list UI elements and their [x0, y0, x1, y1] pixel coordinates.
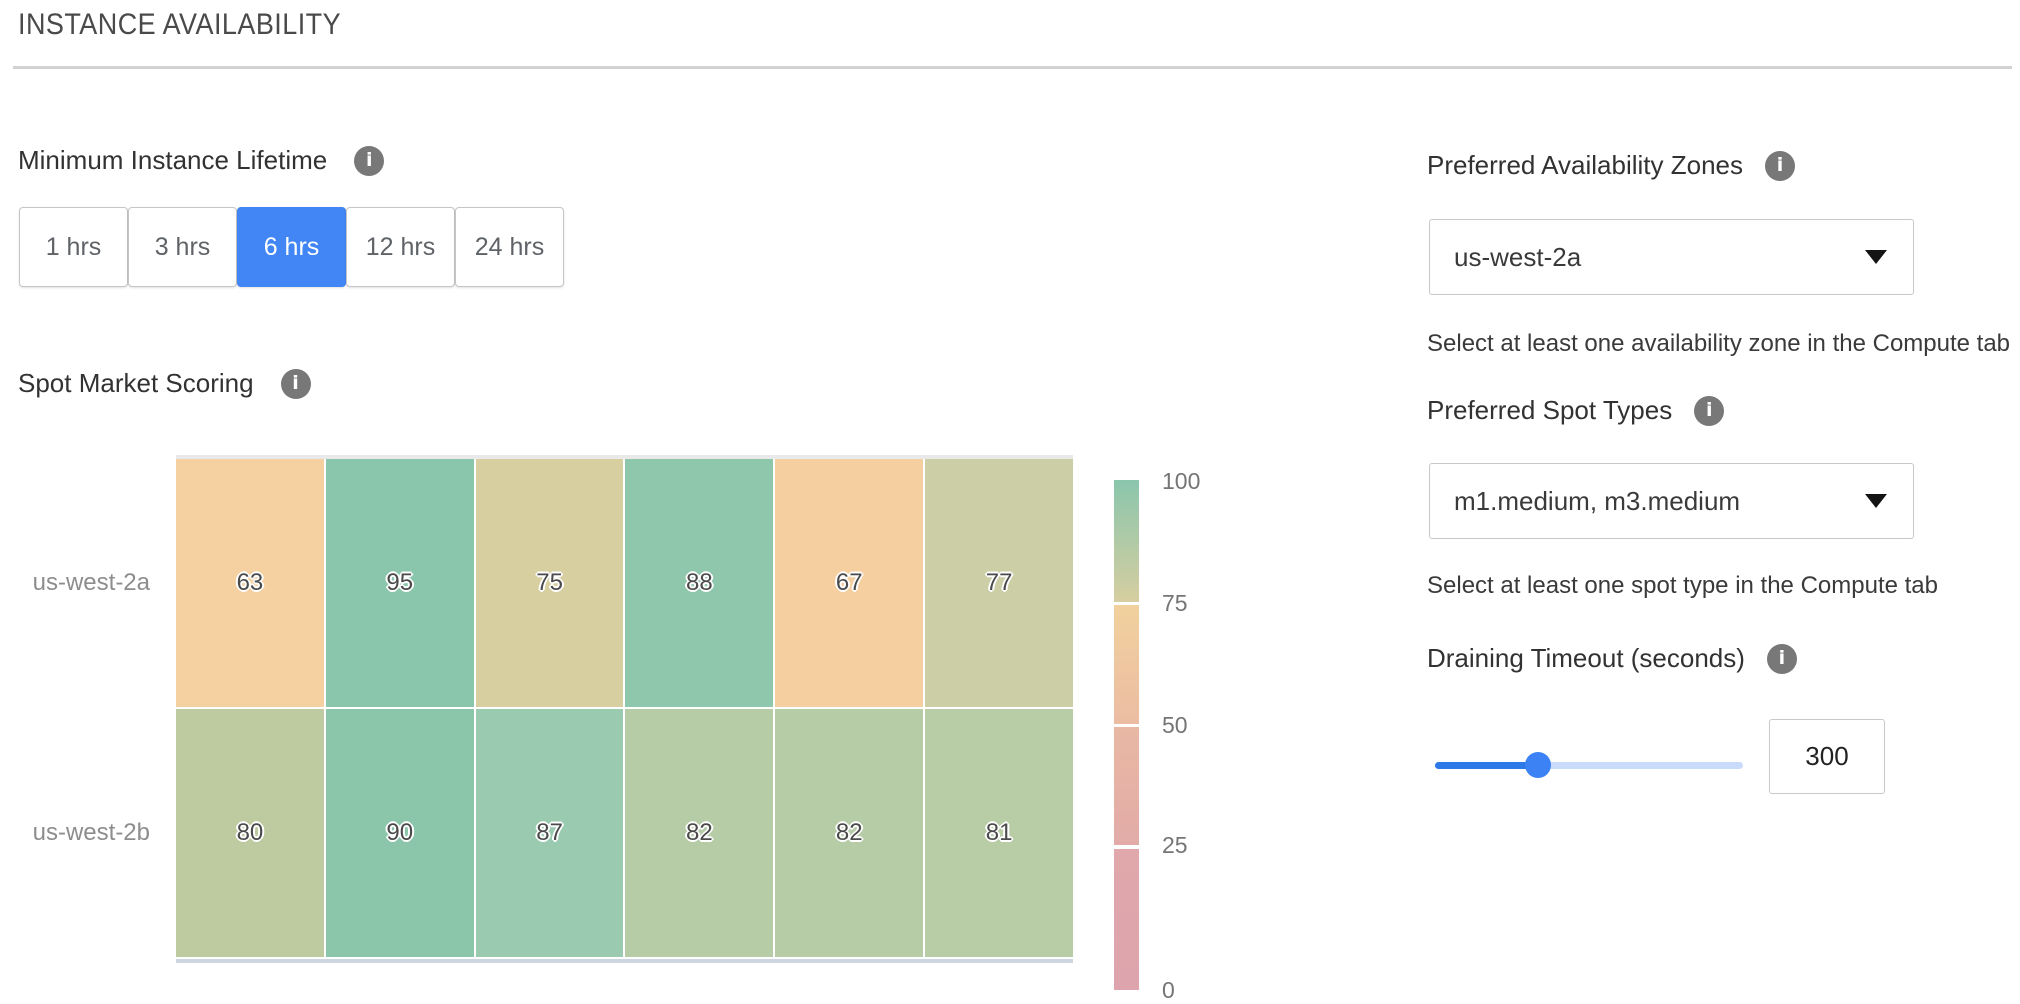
heatmap-row-label-us-west-2b: us-west-2b — [28, 819, 150, 847]
heatmap-cell-value: 82 — [686, 819, 713, 847]
heatmap-cell-us-west-2a-0: 63 — [176, 459, 324, 707]
colorbar-tick-75: 75 — [1162, 590, 1232, 617]
draining-timeout-slider-thumb[interactable] — [1525, 752, 1551, 778]
draining-timeout-input[interactable] — [1769, 719, 1885, 794]
lifetime-option-6-hrs[interactable]: 6 hrs — [237, 207, 346, 287]
colorbar-segment-1 — [1114, 605, 1139, 724]
lifetime-option-1-hrs[interactable]: 1 hrs — [19, 207, 128, 287]
page-title: INSTANCE AVAILABILITY — [18, 8, 341, 42]
heatmap-cell-us-west-2a-3: 88 — [625, 459, 773, 707]
lifetime-option-12-hrs[interactable]: 12 hrs — [346, 207, 455, 287]
heatmap-cell-value: 95 — [386, 569, 413, 597]
heatmap-cell-value: 75 — [536, 569, 563, 597]
draining-timeout-slider-fill — [1435, 762, 1534, 769]
info-icon[interactable]: i — [354, 146, 384, 176]
colorbar-tick-0: 0 — [1162, 977, 1232, 1004]
colorbar-tick-100: 100 — [1162, 468, 1232, 495]
heatmap-cell-value: 67 — [836, 569, 863, 597]
info-icon[interactable]: i — [1694, 396, 1724, 426]
heatmap-cell-value: 80 — [237, 819, 264, 847]
availability-zones-select[interactable]: us-west-2a — [1429, 219, 1914, 295]
colorbar-segment-2 — [1114, 727, 1139, 845]
heatmap-cell-us-west-2b-5: 81 — [925, 709, 1073, 957]
heatmap-cell-us-west-2b-3: 82 — [625, 709, 773, 957]
heatmap-bottom-border — [176, 959, 1073, 963]
heatmap-cell-us-west-2a-4: 67 — [775, 459, 923, 707]
info-icon[interactable]: i — [1767, 644, 1797, 674]
lifetime-option-3-hrs[interactable]: 3 hrs — [128, 207, 237, 287]
heatmap-cell-value: 77 — [986, 569, 1013, 597]
availability-zones-help: Select at least one availability zone in… — [1427, 330, 2010, 358]
heatmap-cell-value: 90 — [386, 819, 413, 847]
spot-types-value: m1.medium, m3.medium — [1454, 486, 1865, 517]
heatmap-cell-us-west-2b-1: 90 — [326, 709, 474, 957]
heatmap-cell-us-west-2a-5: 77 — [925, 459, 1073, 707]
spot-types-select[interactable]: m1.medium, m3.medium — [1429, 463, 1914, 539]
spot-types-label: Preferred Spot Types — [1427, 395, 1672, 426]
colorbar-segment-0 — [1114, 480, 1139, 602]
availability-zones-value: us-west-2a — [1454, 242, 1865, 273]
heatmap-cell-us-west-2b-4: 82 — [775, 709, 923, 957]
info-icon[interactable]: i — [1765, 151, 1795, 181]
heatmap-cell-us-west-2b-0: 80 — [176, 709, 324, 957]
spot-scoring-heatmap: 63 95 75 88 67 77 80 90 87 82 82 81 — [176, 459, 1073, 957]
draining-timeout-label: Draining Timeout (seconds) — [1427, 643, 1745, 674]
header-divider — [13, 66, 2012, 69]
heatmap-cell-value: 87 — [536, 819, 563, 847]
scoring-label: Spot Market Scoring — [18, 368, 254, 399]
chevron-down-icon — [1865, 250, 1887, 264]
chevron-down-icon — [1865, 494, 1887, 508]
lifetime-option-24-hrs[interactable]: 24 hrs — [455, 207, 564, 287]
colorbar-tick-25: 25 — [1162, 832, 1232, 859]
colorbar-tick-50: 50 — [1162, 712, 1232, 739]
heatmap-cell-value: 63 — [237, 569, 264, 597]
info-icon[interactable]: i — [281, 369, 311, 399]
heatmap-cell-us-west-2a-1: 95 — [326, 459, 474, 707]
lifetime-button-group: 1 hrs3 hrs6 hrs12 hrs24 hrs — [19, 207, 564, 287]
availability-zones-label: Preferred Availability Zones — [1427, 150, 1743, 181]
heatmap-cell-value: 81 — [986, 819, 1013, 847]
colorbar-segment-3 — [1114, 849, 1139, 990]
heatmap-cell-us-west-2b-2: 87 — [476, 709, 624, 957]
heatmap-row-label-us-west-2a: us-west-2a — [28, 569, 150, 597]
lifetime-label: Minimum Instance Lifetime — [18, 145, 327, 176]
heatmap-cell-value: 82 — [836, 819, 863, 847]
heatmap-cell-us-west-2a-2: 75 — [476, 459, 624, 707]
spot-types-help: Select at least one spot type in the Com… — [1427, 572, 1938, 600]
heatmap-cell-value: 88 — [686, 569, 713, 597]
